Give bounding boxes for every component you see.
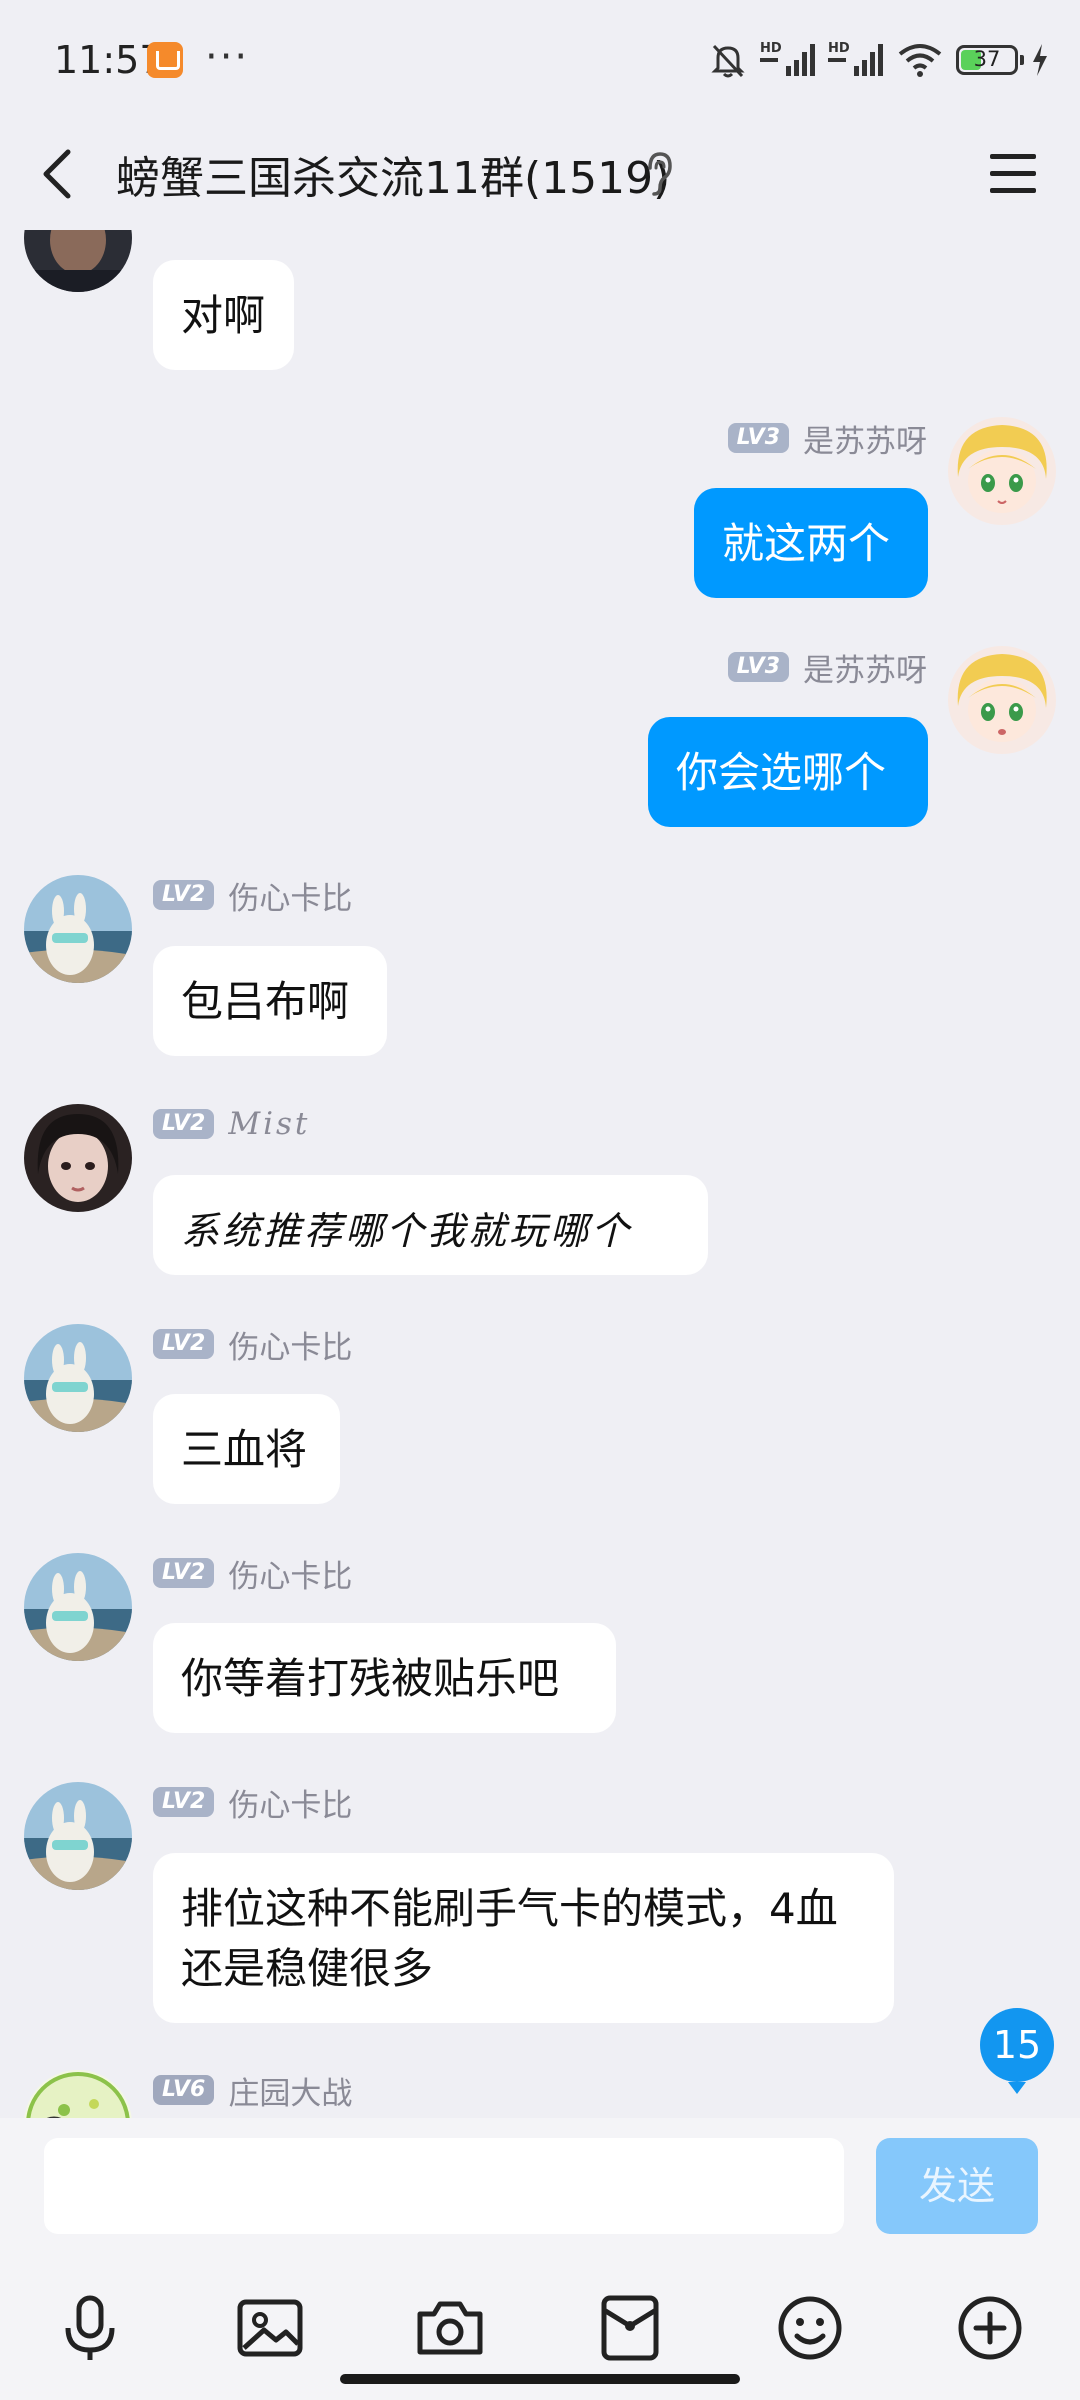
message-bubble[interactable]: 包吕布啊 [153, 946, 387, 1056]
sender-line: LV2 伤心卡比 [153, 875, 353, 917]
my-message-bubble[interactable]: 就这两个 [694, 488, 928, 598]
sender-name: 伤心卡比 [228, 1329, 353, 1366]
my-message-bubble[interactable]: 你会选哪个 [648, 717, 928, 827]
mute-bell-icon [708, 40, 748, 80]
sender-name: 是苏苏呀 [803, 652, 927, 689]
level-badge: LV2 [153, 1787, 215, 1817]
battery-icon: 37 [956, 45, 1024, 75]
plus-icon[interactable] [950, 2288, 1030, 2368]
avatar[interactable] [948, 646, 1056, 754]
avatar[interactable] [24, 1104, 132, 1212]
status-bar: 11:57 ··· HD HD 37 [0, 0, 1080, 120]
hd-label: HD [760, 41, 782, 56]
avatar[interactable] [24, 1782, 132, 1890]
more-notifications-icon: ··· [205, 34, 250, 80]
sender-name: 伤心卡比 [228, 1787, 353, 1824]
chevron-left-icon [43, 149, 71, 199]
camera-icon[interactable] [410, 2288, 490, 2368]
message-input[interactable] [44, 2138, 844, 2234]
sender-name: 是苏苏呀 [803, 423, 927, 460]
sender-name: 伤心卡比 [228, 880, 353, 917]
menu-button[interactable] [982, 142, 1044, 204]
level-badge: LV2 [153, 1329, 215, 1359]
status-icons: HD HD 37 [708, 36, 1050, 84]
hd-label-2: HD [828, 41, 850, 56]
avatar[interactable] [24, 1324, 132, 1432]
red-packet-icon[interactable] [590, 2288, 670, 2368]
sender-name: 伤心卡比 [228, 1558, 353, 1595]
sender-name: 庄园大战 [228, 2075, 353, 2112]
send-button[interactable]: 发送 [876, 2138, 1038, 2234]
sender-line: LV3 是苏苏呀 [727, 647, 927, 689]
level-badge: LV2 [153, 1558, 215, 1588]
message-bubble[interactable]: 系统推荐哪个我就玩哪个 [153, 1175, 708, 1275]
group-title[interactable]: 螃蟹三国杀交流11群(1519) [116, 142, 670, 206]
image-icon[interactable] [230, 2288, 310, 2368]
home-indicator[interactable] [340, 2374, 740, 2384]
avatar[interactable] [24, 2070, 132, 2118]
emoji-icon[interactable] [770, 2288, 850, 2368]
level-badge: LV2 [153, 1109, 215, 1139]
hamburger-icon [990, 154, 1036, 193]
signal-icon: HD [760, 40, 816, 80]
signal-icon-2: HD [828, 40, 884, 80]
sender-line: LV2 伤心卡比 [153, 1324, 353, 1366]
message-bubble[interactable]: 对啊 [153, 260, 294, 370]
chat-header: 螃蟹三国杀交流11群(1519) [0, 120, 1080, 230]
avatar[interactable] [24, 230, 132, 292]
back-button[interactable] [28, 134, 88, 214]
level-badge: LV2 [153, 880, 215, 910]
level-badge: LV3 [727, 423, 789, 453]
avatar[interactable] [948, 417, 1056, 525]
unread-count-badge[interactable]: 15 [980, 2008, 1054, 2094]
input-bar: 发送 [0, 2118, 1080, 2400]
avatar[interactable] [24, 1553, 132, 1661]
sender-line: LV6 庄园大战 [153, 2070, 353, 2112]
message-bubble[interactable]: 三血将 [153, 1394, 340, 1504]
sender-line: LV2 伤心卡比 [153, 1782, 353, 1824]
ear-icon[interactable] [640, 148, 676, 198]
sender-line: LV3 是苏苏呀 [727, 418, 927, 460]
battery-level: 37 [973, 47, 1001, 71]
level-badge: LV6 [153, 2075, 215, 2105]
message-bubble[interactable]: 你等着打残被贴乐吧 [153, 1623, 616, 1733]
sender-line: LV2 Mist [153, 1104, 310, 1144]
input-toolbar [0, 2288, 1080, 2388]
level-badge: LV3 [727, 652, 789, 682]
avatar[interactable] [24, 875, 132, 983]
wifi-icon [896, 40, 944, 80]
message-list[interactable]: 对啊 LV3 是苏苏呀 就这两个 LV3 是苏苏呀 你会选哪个 LV2 伤心卡比… [0, 230, 1080, 2118]
mic-icon[interactable] [50, 2288, 130, 2368]
sender-name: Mist [228, 1106, 311, 1142]
sender-line: LV2 伤心卡比 [153, 1553, 353, 1595]
charging-icon [1030, 42, 1050, 78]
shopping-app-icon [147, 42, 183, 78]
message-bubble[interactable]: 排位这种不能刷手气卡的模式，4血还是稳健很多 [153, 1853, 894, 2023]
